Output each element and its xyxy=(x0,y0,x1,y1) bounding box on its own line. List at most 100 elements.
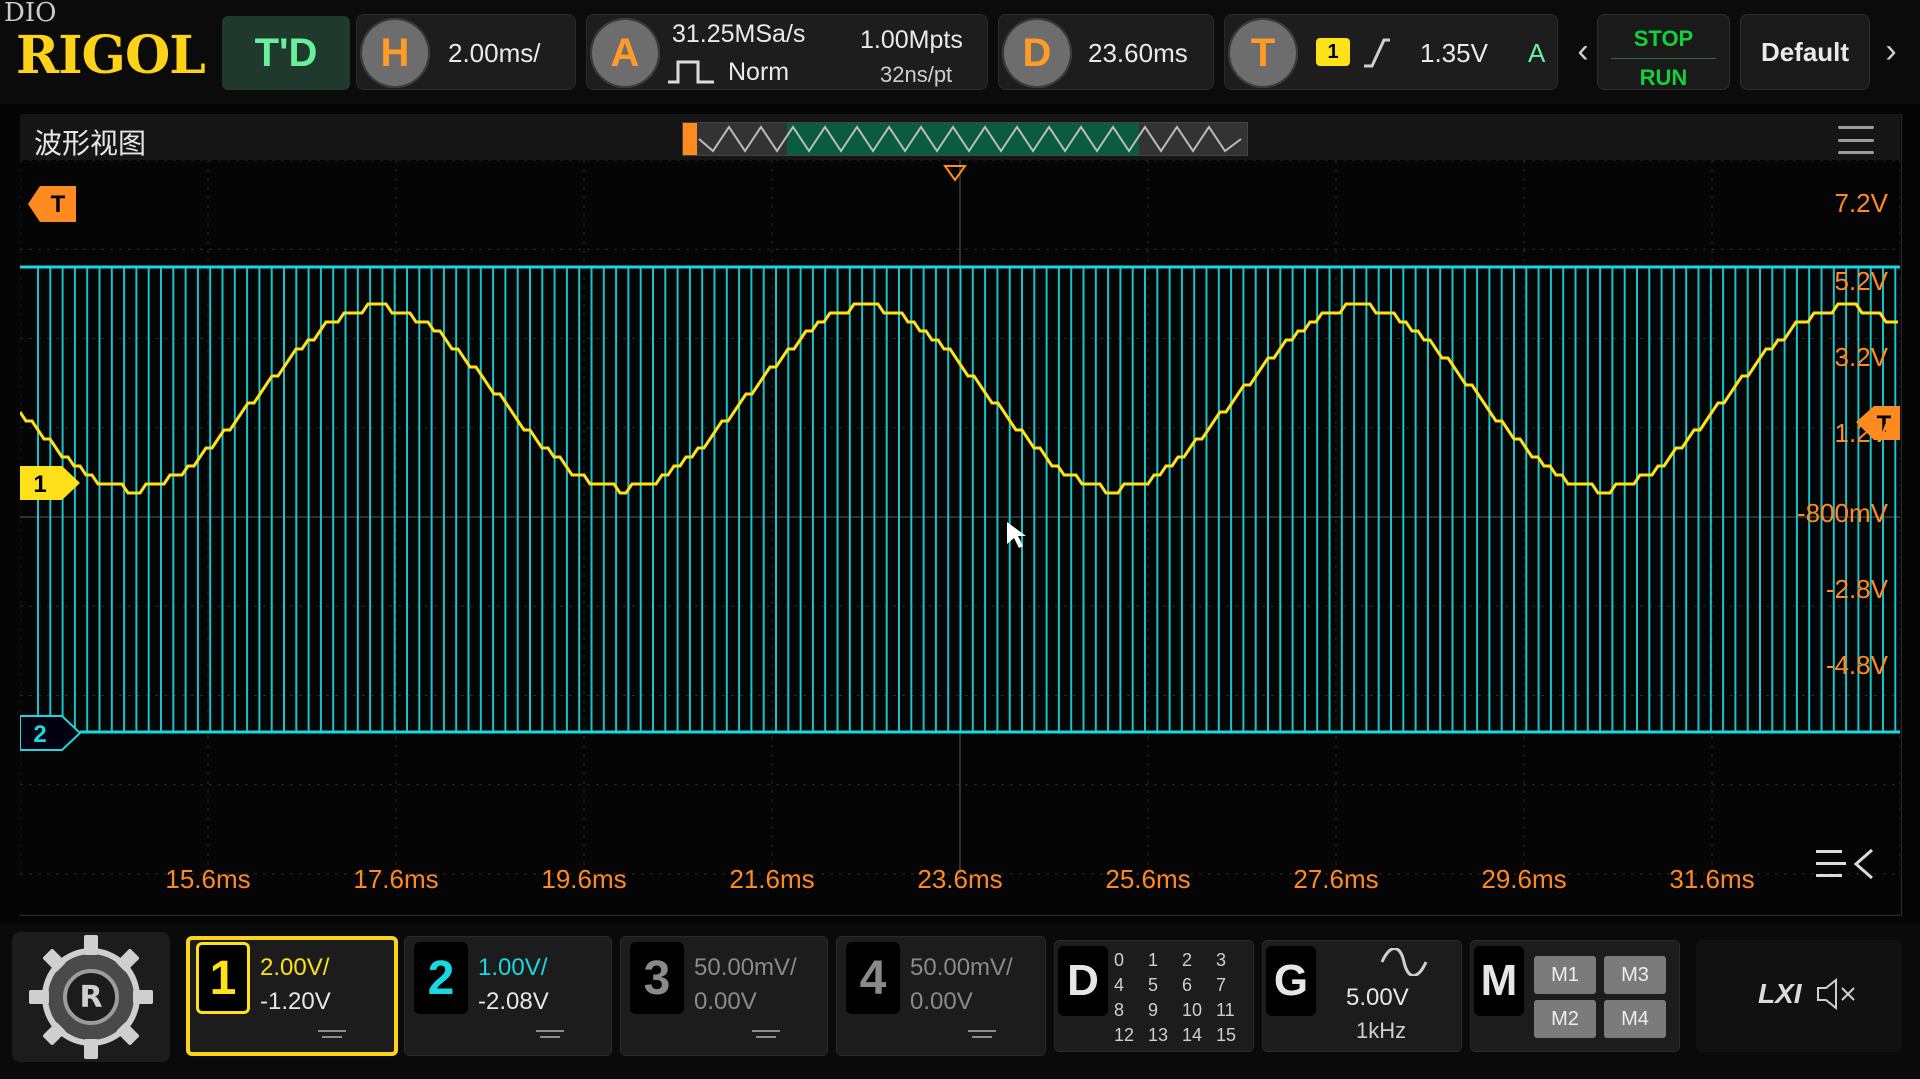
digital-bit: 13 xyxy=(1148,1025,1169,1045)
digital-bits-grid: 0 1 2 3 4 5 6 7 8 9 10 11 12 13 14 15 xyxy=(1114,950,1250,1046)
home-gear-button[interactable]: R xyxy=(12,932,170,1062)
trigger-level: 1.35V xyxy=(1420,38,1488,68)
math-panel[interactable]: M M1 M3 M2 M4 xyxy=(1470,940,1680,1052)
waveform-plot[interactable]: T 1 2 T 7.2V5.2V3.2V1.2V-800mV-2.8V-4.8V… xyxy=(20,160,1900,914)
digital-bit: 1 xyxy=(1148,950,1159,970)
channel-1-offset: -1.20V xyxy=(260,988,331,1015)
y-axis-label: 1.2V xyxy=(1835,418,1889,448)
trigger-mode: A xyxy=(1528,38,1546,68)
x-axis-label: 25.6ms xyxy=(1105,864,1190,894)
channel-2-offset: -2.08V xyxy=(478,988,549,1015)
ch1-marker-label: 1 xyxy=(33,471,46,498)
channel-3-offset: 0.00V xyxy=(694,988,757,1015)
math-m1-button[interactable]: M1 xyxy=(1534,956,1596,994)
digital-bit: 15 xyxy=(1216,1025,1237,1045)
rigol-logo: RIGOL xyxy=(16,24,206,86)
sample-interval: 32ns/pt xyxy=(880,62,953,87)
digital-bit: 6 xyxy=(1182,975,1193,995)
y-axis-label: 5.2V xyxy=(1835,266,1889,296)
horizontal-badge[interactable]: H xyxy=(360,18,430,88)
run-label: RUN xyxy=(1639,65,1688,90)
memory-depth: 1.00Mpts xyxy=(860,26,963,54)
generator-badge: G xyxy=(1266,946,1316,1016)
waveform-overview[interactable] xyxy=(682,122,1248,156)
y-axis-label: -4.8V xyxy=(1826,650,1889,680)
sample-rate: 31.25MSa/s xyxy=(672,20,806,48)
overview-wave xyxy=(698,125,1242,153)
x-axis-labels: 15.6ms 17.6ms 19.6ms 21.6ms 23.6ms 25.6ms 27.6… xyxy=(165,864,1754,894)
channel-4-number: 4 xyxy=(846,942,900,1014)
acquire-badge[interactable]: A xyxy=(590,18,660,88)
nav-left-arrow-icon[interactable]: ‹ xyxy=(1568,26,1598,76)
nav-right-arrow-icon[interactable]: › xyxy=(1876,26,1906,76)
x-axis-label: 27.6ms xyxy=(1293,864,1378,894)
ch2-marker-label: 2 xyxy=(33,721,46,748)
stop-run-divider xyxy=(1611,58,1716,59)
math-badge: M xyxy=(1474,946,1524,1016)
x-axis-label: 31.6ms xyxy=(1669,864,1754,894)
acquire-mode: Norm xyxy=(728,58,790,86)
x-axis-label: 17.6ms xyxy=(353,864,438,894)
digital-bit: 3 xyxy=(1216,950,1227,970)
trigger-badge[interactable]: T xyxy=(1228,18,1298,88)
digital-badge: D xyxy=(1058,946,1108,1016)
dc-coupling-icon xyxy=(318,1030,346,1044)
channel-1-number: 1 xyxy=(196,942,250,1014)
generator-panel[interactable]: G 5.00V 1kHz xyxy=(1262,940,1462,1052)
channel-2-panel[interactable]: 2 1.00V/ -2.08V xyxy=(404,936,612,1056)
y-axis-label: -2.8V xyxy=(1826,574,1889,604)
math-m2-button[interactable]: M2 xyxy=(1534,1000,1596,1038)
gear-icon: R xyxy=(29,935,153,1059)
dc-coupling-icon xyxy=(752,1030,780,1044)
generator-amplitude: 5.00V xyxy=(1346,984,1409,1011)
x-axis-label: 23.6ms xyxy=(917,864,1002,894)
channel-3-number: 3 xyxy=(630,942,684,1014)
speaker-mute-icon[interactable] xyxy=(1814,976,1862,1012)
channel-4-offset: 0.00V xyxy=(910,988,973,1015)
channel-3-panel[interactable]: 3 50.00mV/ 0.00V xyxy=(620,936,828,1056)
digital-bit: 8 xyxy=(1114,1000,1125,1020)
digital-panel[interactable]: D 0 1 2 3 4 5 6 7 8 9 10 11 12 13 14 15 xyxy=(1054,940,1254,1052)
channel-4-scale: 50.00mV/ xyxy=(910,954,1013,981)
channel-2-number: 2 xyxy=(414,942,468,1014)
lxi-label: LXI xyxy=(1758,978,1802,1009)
dc-coupling-icon xyxy=(536,1030,564,1044)
y-axis-label: 3.2V xyxy=(1835,342,1889,372)
oscilloscope-screen: DIO RIGOL T'D H 2.00ms/ A 31.25MSa/s 1.0… xyxy=(0,0,1920,1079)
stop-label: STOP xyxy=(1633,26,1694,51)
channel-2-scale: 1.00V/ xyxy=(478,954,548,981)
y-axis-label: 7.2V xyxy=(1835,188,1889,218)
digital-bit: 14 xyxy=(1182,1025,1203,1045)
digital-bit: 9 xyxy=(1148,1000,1159,1020)
x-axis-label: 21.6ms xyxy=(729,864,814,894)
digital-bit: 5 xyxy=(1148,975,1159,995)
sine-wave-icon xyxy=(1380,948,1428,976)
default-button[interactable]: Default xyxy=(1740,14,1870,90)
window-menu-icon[interactable] xyxy=(1838,126,1874,154)
trigger-left-marker-label: T xyxy=(51,191,66,218)
delay-value: 23.60ms xyxy=(1088,38,1188,68)
status-panel: LXI xyxy=(1696,940,1902,1052)
channel-4-panel[interactable]: 4 50.00mV/ 0.00V xyxy=(836,936,1046,1056)
digital-bit: 7 xyxy=(1216,975,1227,995)
math-m3-button[interactable]: M3 xyxy=(1604,956,1666,994)
math-m4-button[interactable]: M4 xyxy=(1604,1000,1666,1038)
pulse-icon xyxy=(668,60,714,84)
digital-bit: 0 xyxy=(1114,950,1125,970)
channel-1-panel[interactable]: 1 2.00V/ -1.20V xyxy=(186,936,398,1056)
svg-text:R: R xyxy=(79,980,102,1015)
stop-run-button[interactable]: STOP RUN xyxy=(1597,14,1730,90)
mode-button[interactable]: T'D xyxy=(222,16,350,90)
generator-frequency: 1kHz xyxy=(1356,1018,1407,1043)
digital-bit: 11 xyxy=(1216,1000,1235,1020)
delay-badge[interactable]: D xyxy=(1002,18,1072,88)
x-axis-label: 19.6ms xyxy=(541,864,626,894)
digital-bit: 10 xyxy=(1182,1000,1203,1020)
x-axis-label: 15.6ms xyxy=(165,864,250,894)
horizontal-scale: 2.00ms/ xyxy=(448,38,541,68)
rising-edge-icon xyxy=(1364,38,1390,68)
y-axis-label: -800mV xyxy=(1797,498,1889,528)
digital-bit: 4 xyxy=(1114,975,1125,995)
digital-bit: 12 xyxy=(1114,1025,1135,1045)
channel-1-scale: 2.00V/ xyxy=(260,954,330,981)
